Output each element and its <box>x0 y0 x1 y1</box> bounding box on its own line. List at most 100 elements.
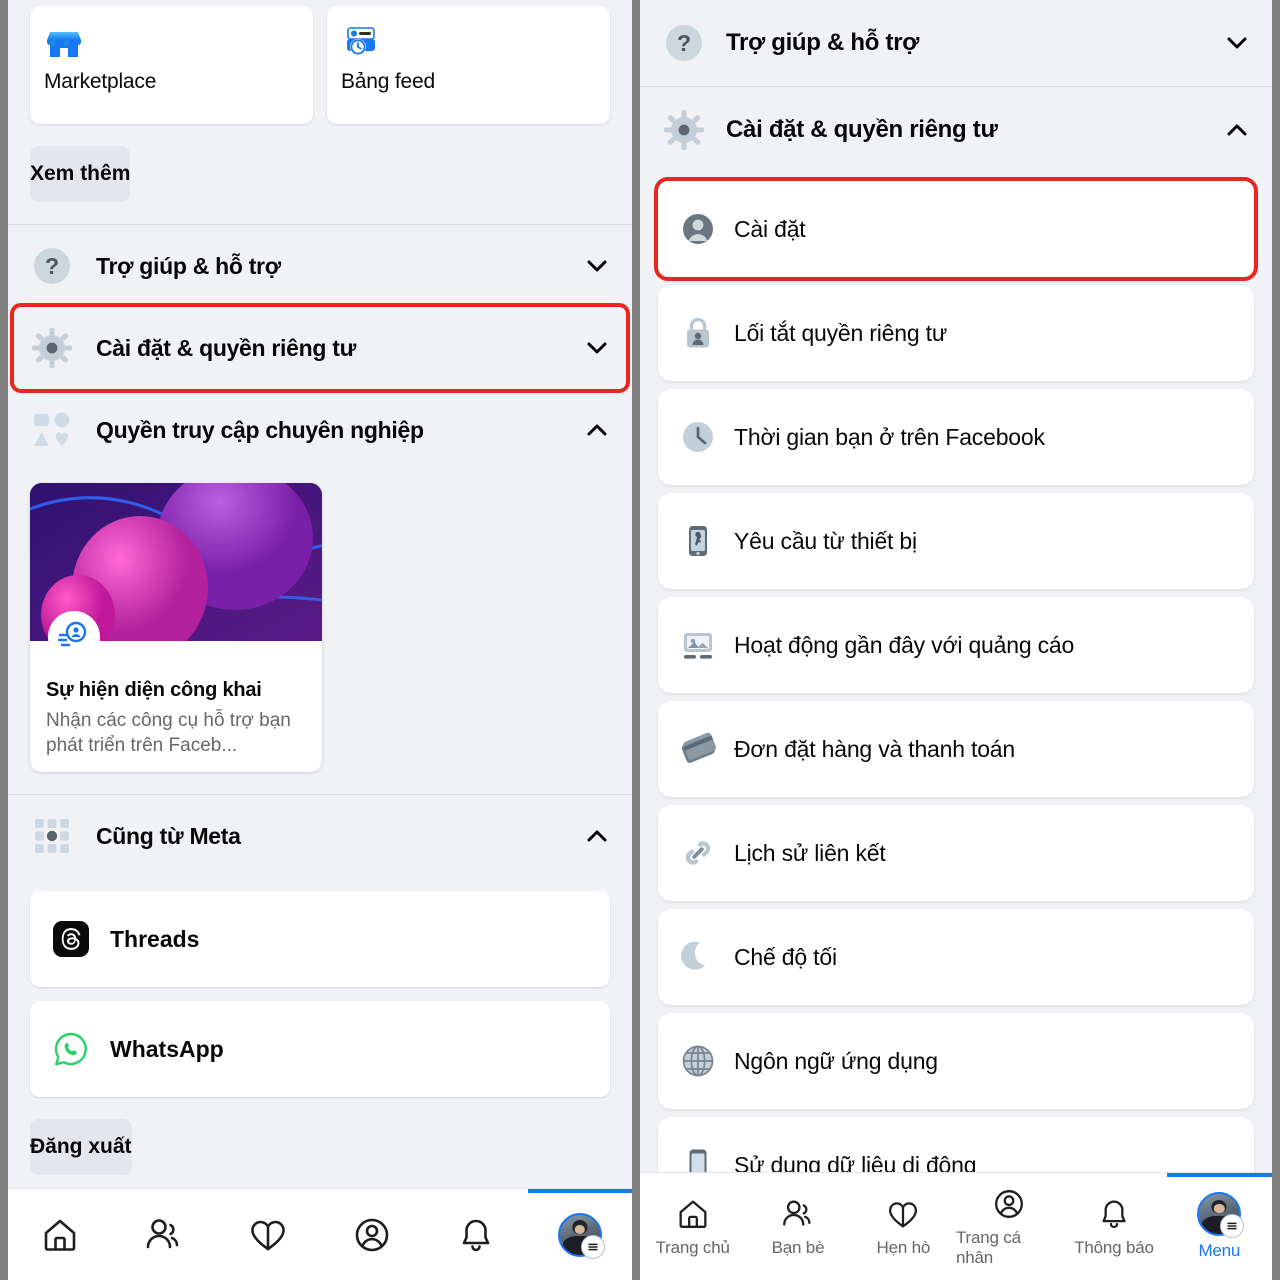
settings-item-link-history[interactable]: Lịch sử liên kết <box>658 805 1254 901</box>
accordion-label: Cài đặt & quyền riêng tư <box>726 116 998 143</box>
meta-app-threads[interactable]: Threads <box>30 891 610 988</box>
shortcut-feeds[interactable]: Bảng feed <box>327 6 610 124</box>
settings-item-recent-ad-activity[interactable]: Hoạt động gần đây với quảng cáo <box>658 597 1254 693</box>
chevron-up-icon <box>584 823 610 849</box>
right-scroll-area[interactable]: ? Trợ giúp & hỗ trợ Cài đặt & quyền riên… <box>640 0 1272 1172</box>
friends-icon <box>146 1218 179 1248</box>
dating-heart-icon <box>889 1202 918 1228</box>
accordion-settings-and-privacy-right[interactable]: Cài đặt & quyền riêng tư <box>640 87 1272 173</box>
meta-app-whatsapp[interactable]: WhatsApp <box>30 1001 610 1098</box>
settings-item-orders-and-payments[interactable]: Đơn đặt hàng và thanh toán <box>658 701 1254 797</box>
nav-tab-label: Thông báo <box>1074 1238 1154 1257</box>
question-mark-circle-icon: ? <box>662 21 706 65</box>
friends-icon <box>783 1200 811 1226</box>
promo-subtitle: Nhận các công cụ hỗ trợ bạn phát triển t… <box>46 710 291 757</box>
accordion-professional-access[interactable]: Quyền truy cập chuyên nghiệp <box>8 389 632 471</box>
avatar-menu-icon <box>1197 1192 1245 1238</box>
logout-button[interactable]: Đăng xuất <box>30 1119 132 1176</box>
settings-item-label: Chế độ tối <box>734 943 837 970</box>
chevron-down-icon <box>584 253 610 279</box>
nav-tab-menu[interactable]: Menu <box>1166 1173 1272 1280</box>
meta-app-label: WhatsApp <box>110 1035 224 1062</box>
shortcut-row: Marketplace Bảng feed <box>8 0 632 124</box>
accordion-help-and-support-right[interactable]: ? Trợ giúp & hỗ trợ <box>640 0 1272 86</box>
globe-icon <box>680 1043 716 1079</box>
settings-item-privacy-shortcut[interactable]: Lối tắt quyền riêng tư <box>658 285 1254 381</box>
settings-item-label: Lối tắt quyền riêng tư <box>734 319 948 346</box>
ad-activity-icon <box>680 627 716 663</box>
lock-person-icon <box>680 315 716 351</box>
promo-card-wrap: Sự hiện diện công khai Nhận các công cụ … <box>8 471 632 773</box>
feeds-clock-icon <box>341 22 381 62</box>
shortcut-label: Bảng feed <box>341 70 435 93</box>
bell-icon <box>1102 1200 1126 1229</box>
nav-tab-notifications[interactable]: Thông báo <box>1061 1173 1166 1280</box>
accordion-label: Trợ giúp & hỗ trợ <box>96 252 281 279</box>
settings-item-app-language[interactable]: Ngôn ngữ ứng dụng <box>658 1013 1254 1109</box>
settings-item-label: Ngôn ngữ ứng dụng <box>734 1047 938 1074</box>
nav-tab-friends[interactable]: Bạn bè <box>745 1173 850 1280</box>
nav-tab-label: Menu <box>1198 1241 1241 1260</box>
link-chain-icon <box>680 835 716 871</box>
bottom-nav-right: Trang chủ Bạn bè Hẹn hò Trang cá nhân Th… <box>640 1172 1272 1280</box>
nav-tab-label: Hẹn hò <box>876 1238 931 1257</box>
nav-tab-profile[interactable]: Trang cá nhân <box>956 1173 1061 1280</box>
settings-item-device-requests[interactable]: Yêu cầu từ thiết bị <box>658 493 1254 589</box>
accordion-label: Cài đặt & quyền riêng tư <box>96 334 356 361</box>
whatsapp-icon <box>52 1030 90 1068</box>
hamburger-menu-icon <box>1220 1214 1245 1238</box>
meta-app-label: Threads <box>110 925 200 952</box>
professional-group-icon <box>30 408 74 452</box>
chevron-down-icon <box>584 335 610 361</box>
nav-tab-dating[interactable]: Hẹn hò <box>851 1173 956 1280</box>
accordion-label: Trợ giúp & hỗ trợ <box>726 29 920 56</box>
bell-icon <box>462 1219 490 1251</box>
mobile-phone-icon <box>680 1147 716 1172</box>
nav-tab-home[interactable] <box>8 1189 112 1280</box>
nav-tab-friends[interactable] <box>112 1189 216 1280</box>
home-icon <box>679 1200 707 1228</box>
settings-item-label: Cài đặt <box>734 215 806 242</box>
nav-tab-label: Trang cá nhân <box>955 1228 1021 1267</box>
left-scroll-area[interactable]: Marketplace Bảng feed Xem thêm ? Trợ giú… <box>8 0 632 1188</box>
accordion-help-and-support[interactable]: ? Trợ giúp & hỗ trợ <box>8 225 632 307</box>
settings-item-label: Lịch sử liên kết <box>734 839 886 866</box>
home-icon <box>44 1219 76 1251</box>
promo-card-public-presence[interactable]: Sự hiện diện công khai Nhận các công cụ … <box>30 483 322 773</box>
see-more-button[interactable]: Xem thêm <box>30 146 131 202</box>
chevron-down-icon <box>1224 30 1250 56</box>
dual-panel-screenshot: Marketplace Bảng feed Xem thêm ? Trợ giú… <box>0 0 1280 1280</box>
settings-item-label: Thời gian bạn ở trên Facebook <box>734 423 1045 450</box>
settings-item-mobile-data-usage[interactable]: Sử dụng dữ liệu di động <box>658 1117 1254 1172</box>
promo-title: Sự hiện diện công khai <box>46 679 262 701</box>
avatar-menu-icon <box>558 1212 605 1259</box>
nav-tab-menu[interactable] <box>528 1189 632 1280</box>
accordion-label: Quyền truy cập chuyên nghiệp <box>96 416 424 443</box>
accordion-settings-and-privacy[interactable]: Cài đặt & quyền riêng tư <box>10 303 630 393</box>
moon-icon <box>680 939 716 975</box>
svg-text:?: ? <box>45 253 59 279</box>
hamburger-menu-icon <box>581 1234 605 1259</box>
nav-tab-label: Bạn bè <box>771 1238 825 1257</box>
nav-tab-label: Trang chủ <box>655 1238 730 1257</box>
settings-item-cai-dat[interactable]: Cài đặt <box>654 177 1258 281</box>
accordion-also-from-meta[interactable]: Cũng từ Meta <box>8 795 632 877</box>
settings-item-time-on-facebook[interactable]: Thời gian bạn ở trên Facebook <box>658 389 1254 485</box>
profile-circle-icon <box>994 1190 1023 1218</box>
shortcut-marketplace[interactable]: Marketplace <box>30 6 313 124</box>
question-mark-circle-icon: ? <box>30 244 74 288</box>
payment-cards-icon <box>680 731 716 767</box>
nav-tab-profile[interactable] <box>320 1189 424 1280</box>
accordion-label: Cũng từ Meta <box>96 822 241 849</box>
bottom-nav-left <box>8 1188 632 1280</box>
nav-tab-notifications[interactable] <box>424 1189 528 1280</box>
svg-text:?: ? <box>677 30 691 56</box>
nav-tab-dating[interactable] <box>216 1189 320 1280</box>
settings-item-label: Sử dụng dữ liệu di động <box>734 1151 977 1173</box>
dating-heart-icon <box>251 1220 285 1250</box>
nav-tab-home[interactable]: Trang chủ <box>640 1173 745 1280</box>
meta-apps-grid-icon <box>30 814 74 858</box>
settings-item-dark-mode[interactable]: Chế độ tối <box>658 909 1254 1005</box>
left-panel: Marketplace Bảng feed Xem thêm ? Trợ giú… <box>8 0 640 1280</box>
person-circle-icon <box>680 211 716 247</box>
